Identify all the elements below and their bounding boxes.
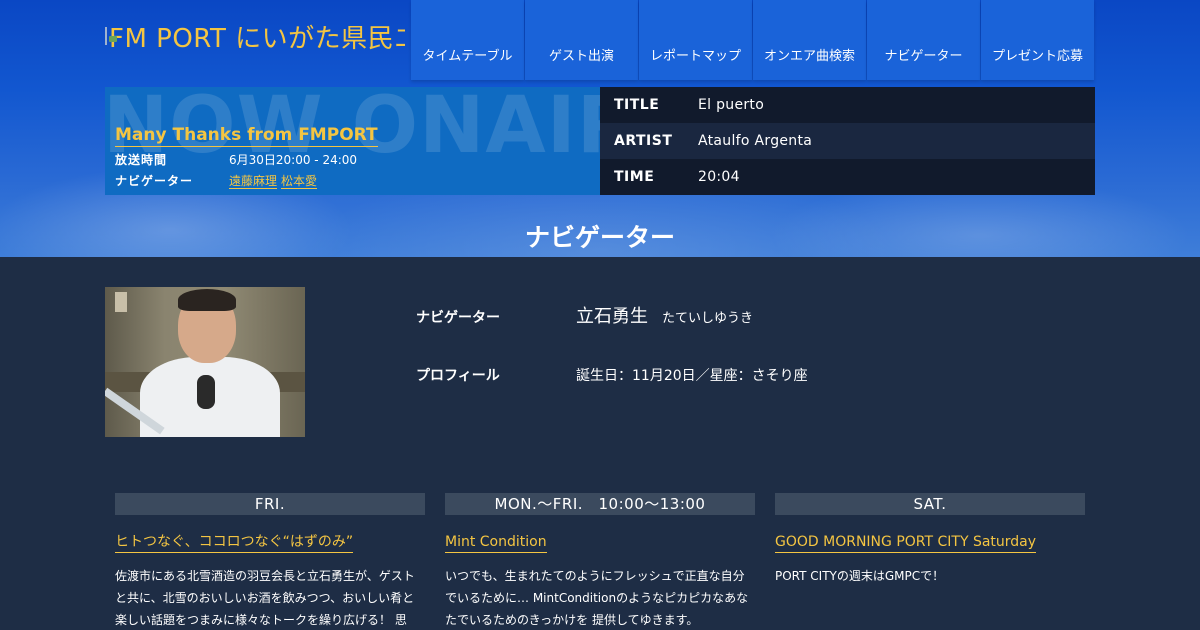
now-playing-time-row: TIME 20:04 bbox=[600, 159, 1095, 195]
profile-navigator-label: ナビゲーター bbox=[416, 310, 500, 326]
nav-item-song-search[interactable]: オンエア曲検索 bbox=[753, 0, 866, 80]
navigator-label: ナビゲーター bbox=[115, 174, 194, 188]
nav-item-report-map[interactable]: レポートマップ bbox=[639, 0, 752, 80]
logo-alt-text: FM PORT にいがた県民エフエム放送 bbox=[109, 23, 405, 53]
program-day: SAT. bbox=[775, 493, 1085, 515]
time-value: 20:04 bbox=[698, 169, 740, 185]
program-card: MON.～FRI. 10:00～13:00 Mint Condition いつで… bbox=[445, 493, 755, 630]
hero-banner: FM PORT にいがた県民エフエム放送 タイムテーブル ゲスト出演 レポートマ… bbox=[0, 0, 1200, 257]
artist-label: ARTIST bbox=[614, 133, 673, 149]
time-label: TIME bbox=[614, 169, 655, 185]
broadcast-time-label: 放送時間 bbox=[115, 153, 168, 167]
navigator-row: ナビゲーター 遠藤麻理 松本愛 bbox=[115, 172, 321, 189]
program-title-link[interactable]: GOOD MORNING PORT CITY Saturday bbox=[775, 533, 1037, 553]
navigator-photo bbox=[105, 287, 305, 437]
title-label: TITLE bbox=[614, 97, 660, 113]
broadcast-time-value: 6月30日20:00 - 24:00 bbox=[229, 153, 358, 167]
title-value: El puerto bbox=[698, 97, 765, 113]
nav-item-present[interactable]: プレゼント応募 bbox=[981, 0, 1094, 80]
navigator-name-kana: たていしゆうき bbox=[662, 311, 754, 326]
current-program-title[interactable]: Many Thanks from FMPORT bbox=[115, 125, 378, 147]
microphone-icon bbox=[197, 375, 215, 409]
artist-value: Ataulfo Argenta bbox=[698, 133, 813, 149]
program-description: 佐渡市にある北雪酒造の羽豆会長と立石勇生が、ゲストと共に、北雪のおいしいお酒を飲… bbox=[115, 569, 415, 627]
navigator-link[interactable]: 松本愛 bbox=[281, 174, 318, 189]
broken-image-icon bbox=[105, 27, 117, 45]
nav-item-guest[interactable]: ゲスト出演 bbox=[525, 0, 638, 80]
profile-value: 誕生日：11月20日／星座：さそり座 bbox=[576, 368, 808, 384]
nav-item-navigator[interactable]: ナビゲーター bbox=[867, 0, 980, 80]
profile-name-block: 立石勇生 たていしゆうき bbox=[576, 302, 753, 328]
nav-item-timetable[interactable]: タイムテーブル bbox=[411, 0, 524, 80]
program-title-link[interactable]: Mint Condition bbox=[445, 533, 547, 553]
now-on-air-panel: NOW ONAIR Many Thanks from FMPORT 放送時間 6… bbox=[105, 87, 600, 195]
navigator-name: 立石勇生 bbox=[576, 306, 648, 327]
broadcast-time-row: 放送時間 6月30日20:00 - 24:00 bbox=[115, 151, 357, 168]
main-nav: タイムテーブル ゲスト出演 レポートマップ オンエア曲検索 ナビゲーター プレゼ… bbox=[411, 0, 1094, 80]
navigator-link[interactable]: 遠藤麻理 bbox=[229, 174, 278, 189]
now-playing-panel: TITLE El puerto ARTIST Ataulfo Argenta T… bbox=[600, 87, 1095, 195]
program-day: FRI. bbox=[115, 493, 425, 515]
profile-label: プロフィール bbox=[416, 368, 500, 384]
program-card: FRI. ヒトつなぐ、ココロつなぐ“はずのみ” 佐渡市にある北雪酒造の羽豆会長と… bbox=[115, 493, 425, 630]
program-day: MON.～FRI. 10:00～13:00 bbox=[445, 493, 755, 515]
program-description: PORT CITYの週末はGMPCで！ bbox=[775, 569, 945, 583]
now-playing-artist-row: ARTIST Ataulfo Argenta bbox=[600, 123, 1095, 159]
page-title: ナビゲーター bbox=[524, 223, 675, 252]
now-playing-title-row: TITLE El puerto bbox=[600, 87, 1095, 123]
program-description: いつでも、生まれたてのようにフレッシュで正直な自分でいるために… MintCon… bbox=[445, 569, 749, 627]
program-title-link[interactable]: ヒトつなぐ、ココロつなぐ“はずのみ” bbox=[115, 533, 354, 553]
program-card: SAT. GOOD MORNING PORT CITY Saturday POR… bbox=[775, 493, 1085, 587]
station-logo[interactable]: FM PORT にいがた県民エフエム放送 bbox=[105, 20, 405, 52]
